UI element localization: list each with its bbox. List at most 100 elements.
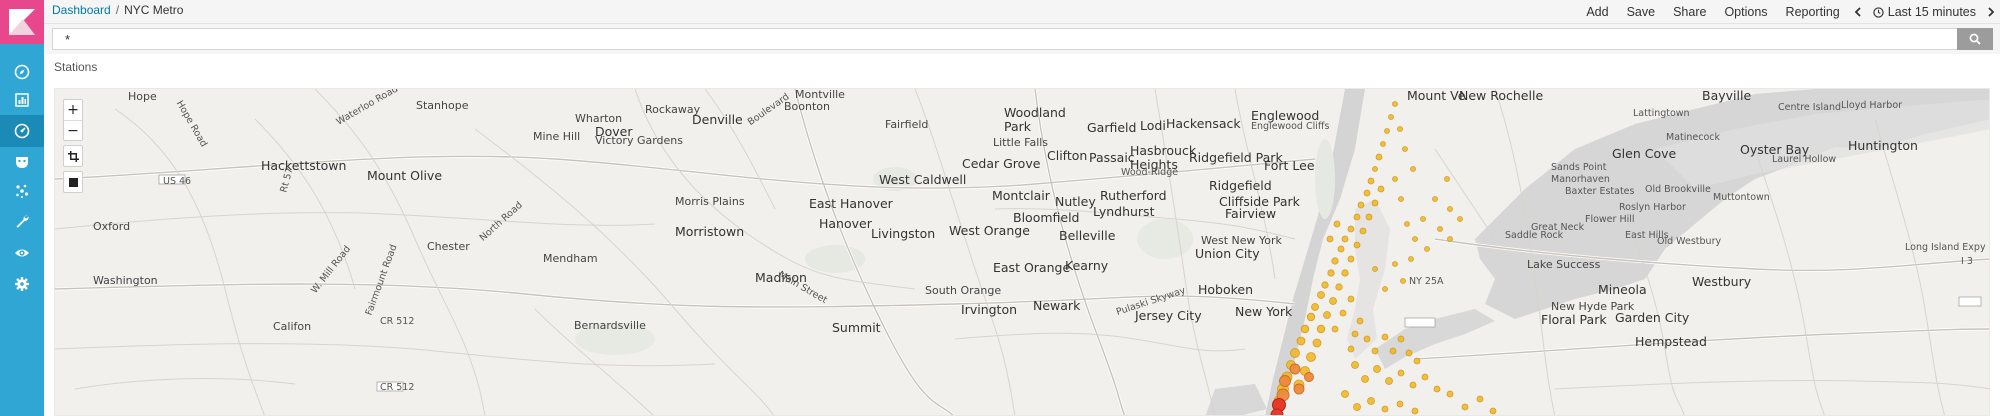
- draw-rectangle-control[interactable]: [63, 145, 83, 167]
- map-label-mount-olive: Mount Olive: [367, 168, 443, 183]
- zoom-out-button[interactable]: −: [64, 120, 82, 140]
- map-label-ridgefield: Ridgefield: [1209, 178, 1272, 193]
- time-picker[interactable]: Last 15 minutes: [1867, 5, 1982, 19]
- query-bar: *: [44, 24, 2000, 54]
- map-label-baxter-estates: Baxter Estates: [1565, 186, 1635, 197]
- save-button[interactable]: Save: [1618, 5, 1665, 19]
- map-label-bloomfield: Bloomfield: [1013, 210, 1080, 225]
- map-label-garfield: Garfield: [1087, 120, 1137, 135]
- map-label-stanhope: Stanhope: [416, 99, 469, 112]
- top-menu: Add Save Share Options Reporting Last 15…: [1577, 0, 2000, 24]
- nav-dev-tools[interactable]: [0, 205, 44, 237]
- compass-icon: [14, 64, 30, 80]
- map-label-fairfield: Fairfield: [885, 118, 929, 131]
- breadcrumb-dashboard-link[interactable]: Dashboard: [52, 3, 111, 17]
- map-label-jersey-city: Jersey City: [1135, 308, 1202, 323]
- zoom-controls: + −: [63, 99, 83, 141]
- eye-icon: [15, 249, 29, 257]
- nav-visualize[interactable]: [0, 84, 44, 116]
- map-label-east-orange: East Orange: [993, 260, 1071, 275]
- map-label-west-caldwell: West Caldwell: [879, 172, 967, 187]
- map-label-passaic: Passaic: [1089, 150, 1135, 165]
- map-label-victory-gardens: Victory Gardens: [595, 134, 684, 147]
- time-back-button[interactable]: [1849, 4, 1867, 20]
- map-label-lloyd-harbor: Lloyd Harbor: [1841, 100, 1903, 111]
- timelion-mask-icon: [16, 157, 28, 168]
- map-label-fort-lee: Fort Lee: [1264, 158, 1315, 173]
- map-label-matinecock: Matinecock: [1666, 132, 1721, 143]
- coordinate-map[interactable]: Hope Stanhope Rockaway Montville Boonton…: [54, 88, 1990, 416]
- map-label-westbury: Westbury: [1692, 274, 1752, 289]
- square-stop-icon: [64, 172, 82, 192]
- clock-icon: [1873, 6, 1884, 18]
- map-label-south-orange: South Orange: [925, 284, 1002, 297]
- nav-monitoring[interactable]: [0, 237, 44, 269]
- map-label-lake-success: Lake Success: [1527, 258, 1601, 271]
- nav-management[interactable]: [0, 268, 44, 300]
- map-label-hope: Hope: [128, 90, 157, 103]
- nav-timelion[interactable]: [0, 146, 44, 178]
- map-label-mendham: Mendham: [543, 252, 598, 265]
- map-label-bayville: Bayville: [1702, 88, 1752, 103]
- map-label-califon: Califon: [273, 320, 312, 333]
- panel-title: Stations: [54, 60, 98, 74]
- map-label-mine-hill: Mine Hill: [533, 130, 581, 143]
- fit-bounds-control[interactable]: [63, 171, 83, 193]
- map-label-huntington: Huntington: [1848, 138, 1918, 153]
- wrench-icon: [16, 215, 29, 228]
- map-label-morristown: Morristown: [675, 224, 745, 239]
- map-label-ny25a: NY 25A: [1409, 276, 1444, 287]
- map-label-union-city: Union City: [1195, 246, 1260, 261]
- dashboard-gauge-icon: [14, 123, 30, 139]
- map-label-laurel-hollow: Laurel Hollow: [1772, 154, 1837, 165]
- map-label-roslyn-harbor: Roslyn Harbor: [1619, 202, 1686, 213]
- map-label-englewood-cliffs: Englewood Cliffs: [1251, 121, 1330, 132]
- search-button[interactable]: [1957, 28, 1993, 50]
- add-button[interactable]: Add: [1577, 5, 1617, 19]
- breadcrumb: Dashboard / NYC Metro: [52, 3, 183, 17]
- breadcrumb-current: NYC Metro: [124, 3, 184, 17]
- top-nav-bar: Dashboard / NYC Metro Add Save Share Optio…: [44, 0, 2000, 24]
- map-label-manorhaven: Manorhaven: [1551, 174, 1610, 185]
- map-label-hanover: Hanover: [819, 216, 872, 231]
- map-label-old-westbury: Old Westbury: [1657, 236, 1722, 247]
- map-label-washington: Washington: [93, 274, 158, 287]
- map-label-flower-hill: Flower Hill: [1585, 214, 1635, 225]
- map-label-livingston: Livingston: [871, 226, 936, 241]
- share-button[interactable]: Share: [1664, 5, 1715, 19]
- chevron-right-icon: [1988, 7, 1995, 17]
- map-label-oxford: Oxford: [93, 220, 131, 233]
- map-label-cedar-grove: Cedar Grove: [962, 156, 1041, 171]
- nav-dashboard[interactable]: [0, 115, 44, 147]
- map-label-morris-plains: Morris Plains: [675, 195, 745, 208]
- map-label-saddle-rock: Saddle Rock: [1505, 230, 1564, 241]
- machine-learning-icon: [16, 184, 29, 198]
- bar-chart-icon: [15, 93, 29, 107]
- kibana-logo[interactable]: [0, 0, 44, 44]
- map-label-hoboken: Hoboken: [1198, 282, 1254, 297]
- map-label-montclair: Montclair: [992, 188, 1050, 203]
- map-label-floral-park: Floral Park: [1541, 312, 1607, 327]
- map-label-sands-point: Sands Point: [1551, 162, 1607, 173]
- map-label-denville: Denville: [692, 112, 743, 127]
- breadcrumb-separator: /: [115, 3, 120, 17]
- map-label-cr512-2: CR 512: [380, 316, 415, 327]
- map-label-cr512: CR 512: [380, 382, 415, 393]
- map-label-west-orange: West Orange: [949, 223, 1030, 238]
- map-label-bernardsville: Bernardsville: [574, 319, 646, 332]
- search-icon: [1969, 33, 1981, 45]
- map-label-east-hanover: East Hanover: [809, 196, 893, 211]
- zoom-in-button[interactable]: +: [64, 100, 82, 120]
- time-forward-button[interactable]: [1982, 4, 2000, 20]
- map-label-nutley: Nutley: [1055, 194, 1096, 209]
- map-label-chester: Chester: [427, 240, 470, 253]
- nav-ml[interactable]: [0, 175, 44, 207]
- map-label-mount-vernon: Mount Ve: [1407, 88, 1466, 103]
- map-label-boonton: Boonton: [784, 100, 830, 113]
- visualization-panel: Stations Hope Stanhope Rockaway Montvill…: [44, 54, 2000, 416]
- options-button[interactable]: Options: [1715, 5, 1776, 19]
- reporting-button[interactable]: Reporting: [1777, 5, 1849, 19]
- search-input[interactable]: *: [52, 28, 1957, 50]
- map-label-little-falls: Little Falls: [993, 136, 1049, 149]
- map-label-hackettstown: Hackettstown: [261, 158, 347, 173]
